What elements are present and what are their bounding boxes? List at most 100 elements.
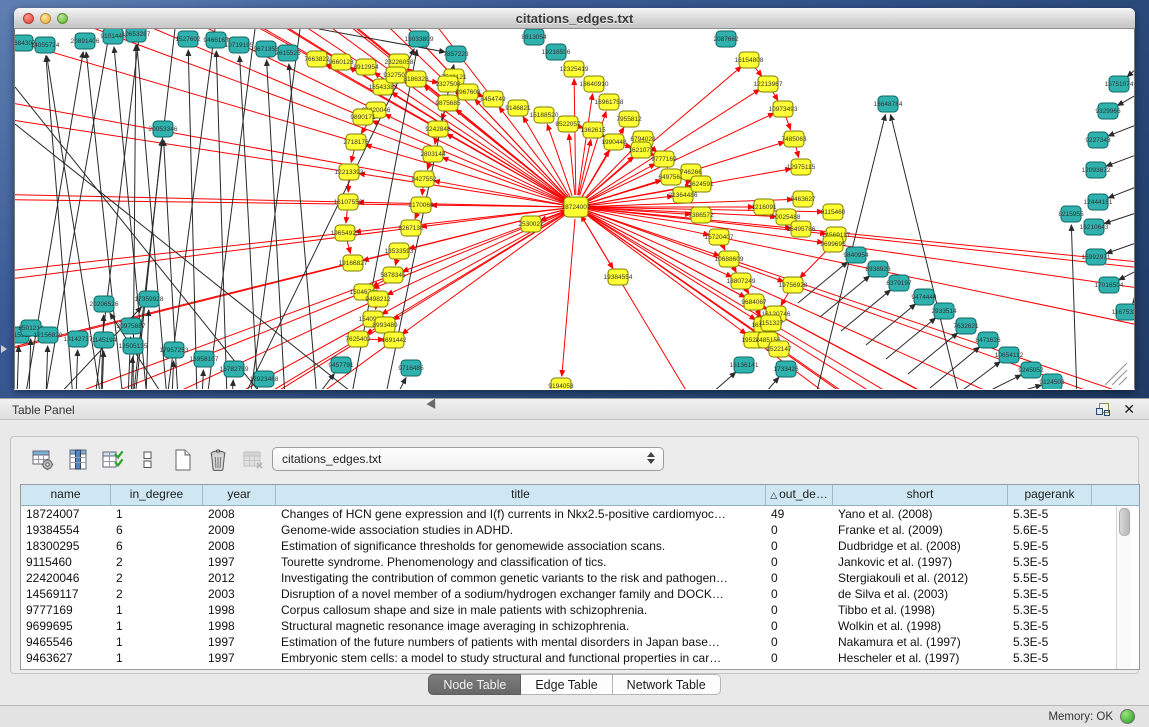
paper-node[interactable]: 1151327	[759, 315, 784, 331]
paper-node[interactable]: 9699695	[820, 236, 846, 252]
cited-node[interactable]: 16648784	[874, 96, 903, 112]
paper-node[interactable]: 2803144	[420, 146, 446, 162]
paper-node[interactable]: 15188520	[530, 107, 559, 123]
cell-name[interactable]: 19384554	[21, 522, 111, 538]
cell-short[interactable]: Franke et al. (2009)	[833, 522, 1008, 538]
cell-name[interactable]: 9777169	[21, 602, 111, 618]
cell-year[interactable]: 2008	[203, 506, 276, 522]
paper-node[interactable]: 6497568	[658, 169, 684, 185]
cell-out_de[interactable]: 0	[766, 602, 833, 618]
table-row[interactable]: 1830029562008Estimation of significance …	[21, 538, 1139, 554]
cell-short[interactable]: Tibbo et al. (1998)	[833, 602, 1008, 618]
table-row[interactable]: 1938455462009Genome-wide association stu…	[21, 522, 1139, 538]
cell-in_degree[interactable]: 1	[111, 650, 203, 666]
column-header-out_de[interactable]: △out_de…	[766, 485, 833, 505]
cell-in_degree[interactable]: 6	[111, 538, 203, 554]
cited-node[interactable]: 9716485	[398, 360, 424, 376]
cell-in_degree[interactable]: 1	[111, 602, 203, 618]
new-table-button[interactable]	[170, 447, 196, 473]
cell-title[interactable]: Tourette syndrome. Phenomenology and cla…	[276, 554, 766, 570]
cited-node[interactable]: 7615526	[275, 45, 301, 61]
cell-out_de[interactable]: 0	[766, 618, 833, 634]
paper-node[interactable]: 9498212	[365, 291, 391, 307]
paper-node[interactable]: 9777169	[651, 151, 677, 167]
cited-node[interactable]: 12444151	[1084, 194, 1113, 210]
column-visibility-button[interactable]	[65, 447, 91, 473]
cited-node[interactable]: 15751074	[1105, 76, 1134, 92]
cell-title[interactable]: Genome-wide association studies in ADHD.	[276, 522, 766, 538]
cited-node[interactable]: 8215955	[1058, 206, 1084, 222]
cell-pagerank[interactable]: 5.3E-5	[1008, 602, 1092, 618]
cell-short[interactable]: Nakamura et al. (1997)	[833, 634, 1008, 650]
cited-node[interactable]: 9227343	[1085, 132, 1111, 148]
cell-in_degree[interactable]: 2	[111, 570, 203, 586]
cited-node[interactable]: 1145194	[92, 332, 117, 348]
cited-node[interactable]: 9101446	[100, 29, 126, 44]
cited-node[interactable]: 20053346	[149, 121, 178, 137]
paper-node[interactable]: 7386572	[688, 207, 714, 223]
cited-node[interactable]: 20891406	[71, 33, 100, 49]
cell-pagerank[interactable]: 5.3E-5	[1008, 650, 1092, 666]
cell-name[interactable]: 18724007	[21, 506, 111, 522]
table-row[interactable]: 1872400712008Changes of HCN gene express…	[21, 506, 1139, 522]
column-header-in_degree[interactable]: in_degree	[111, 485, 203, 505]
cited-node[interactable]: 20206526	[90, 296, 119, 312]
close-panel-icon[interactable]: ✕	[1123, 402, 1135, 416]
cited-node[interactable]: 9671358	[253, 41, 279, 57]
cell-short[interactable]: Jankovic et al. (1997)	[833, 554, 1008, 570]
cell-pagerank[interactable]: 5.5E-5	[1008, 570, 1092, 586]
cell-in_degree[interactable]: 2	[111, 554, 203, 570]
cited-node[interactable]: 16958107	[190, 351, 219, 367]
cited-node[interactable]: 9329966	[1095, 103, 1121, 119]
cell-name[interactable]: 14569117	[21, 586, 111, 602]
paper-node[interactable]: 1990448	[601, 134, 627, 150]
cell-in_degree[interactable]: 1	[111, 634, 203, 650]
cited-node[interactable]: 12505135	[119, 338, 148, 354]
paper-node[interactable]: 7663822	[304, 51, 330, 67]
cell-pagerank[interactable]: 5.3E-5	[1008, 618, 1092, 634]
panel-collapse-arrow-icon[interactable]	[1, 345, 7, 353]
cited-node[interactable]: 2933514	[931, 303, 957, 319]
table-settings-button[interactable]	[30, 447, 56, 473]
cell-short[interactable]: Wolkin et al. (1998)	[833, 618, 1008, 634]
cell-out_de[interactable]: 0	[766, 522, 833, 538]
cell-pagerank[interactable]: 5.3E-5	[1008, 586, 1092, 602]
paper-node[interactable]: 12213393	[335, 164, 364, 180]
paper-node[interactable]: 1216091	[751, 199, 777, 215]
cited-node[interactable]: 9840954	[843, 247, 869, 263]
cited-node[interactable]: 12156829	[34, 327, 63, 343]
paper-node[interactable]: 12213967	[754, 76, 783, 92]
cell-year[interactable]: 1997	[203, 650, 276, 666]
paper-node[interactable]: 19166827	[339, 255, 368, 271]
cell-pagerank[interactable]: 5.9E-5	[1008, 538, 1092, 554]
cell-out_de[interactable]: 49	[766, 506, 833, 522]
column-header-title[interactable]: title	[276, 485, 766, 505]
table-row[interactable]: 946554611997Estimation of the future num…	[21, 634, 1139, 650]
paper-node[interactable]: 8993489	[372, 317, 398, 333]
tab-network-table[interactable]: Network Table	[613, 674, 721, 695]
table-row[interactable]: 946362711997Embryonic stem cells: a mode…	[21, 650, 1139, 666]
cell-year[interactable]: 1997	[203, 554, 276, 570]
cell-in_degree[interactable]: 1	[111, 618, 203, 634]
cited-node[interactable]: 14055724	[31, 37, 60, 53]
cited-node[interactable]: 9466163	[203, 32, 229, 48]
resize-handle-icon[interactable]	[1119, 377, 1127, 385]
cell-short[interactable]: Dudbridge et al. (2008)	[833, 538, 1008, 554]
cell-name[interactable]: 9463627	[21, 650, 111, 666]
paper-node[interactable]: 9194058	[548, 378, 574, 389]
paper-node[interactable]: 8427552	[411, 171, 437, 187]
paper-node[interactable]: 9327508	[435, 76, 461, 92]
delete-table-button[interactable]	[205, 447, 231, 473]
cited-node[interactable]: 6379197	[886, 275, 912, 291]
column-header-name[interactable]: name	[21, 485, 111, 505]
cited-node[interactable]: 1527602	[175, 31, 201, 47]
paper-node[interactable]: 9660123	[328, 54, 354, 70]
cited-node[interactable]: 1684307	[15, 35, 36, 51]
cited-node[interactable]: 7857223	[443, 46, 469, 62]
cell-short[interactable]: Hescheler et al. (1997)	[833, 650, 1008, 666]
network-canvas[interactable]: 1684307140557242089140691014461065328715…	[14, 29, 1135, 389]
paper-node[interactable]: 9115460	[821, 204, 846, 220]
paper-node[interactable]: 15720407	[705, 229, 734, 245]
cell-out_de[interactable]: 0	[766, 650, 833, 666]
paper-node[interactable]: 9146821	[505, 100, 531, 116]
